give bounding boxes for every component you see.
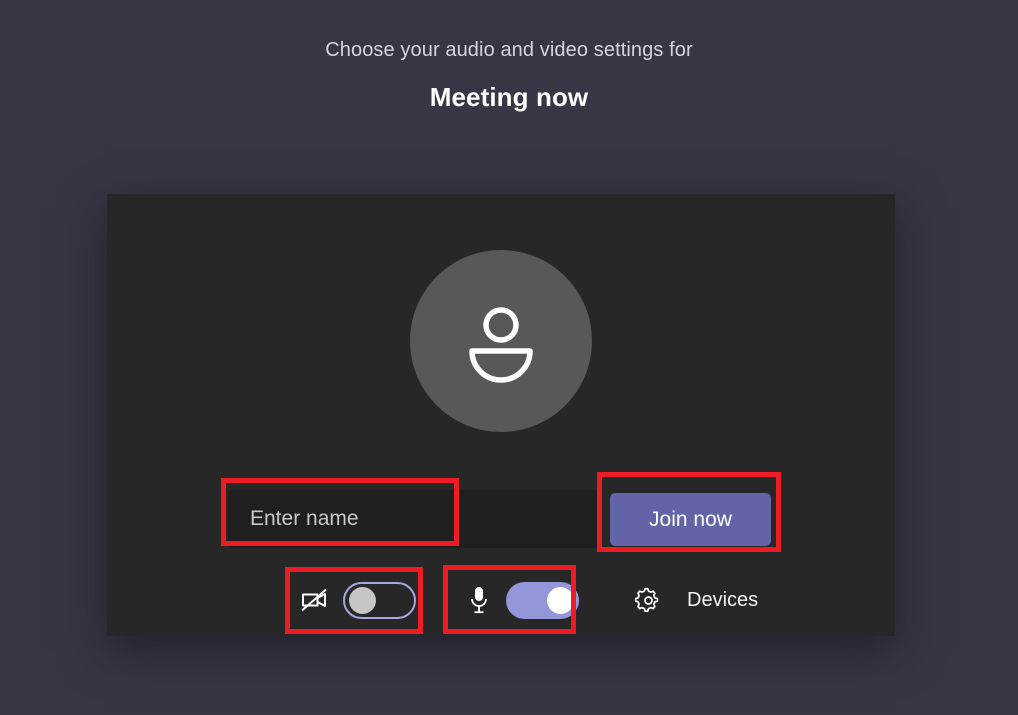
person-avatar-icon	[453, 293, 549, 389]
meeting-heading: Choose your audio and video settings for…	[0, 0, 1018, 113]
media-controls-row: Devices	[107, 564, 895, 636]
gear-icon	[631, 587, 665, 614]
video-preview-panel: Join now	[107, 194, 895, 636]
microphone-icon	[462, 585, 496, 615]
microphone-toggle-knob	[547, 586, 574, 614]
microphone-control-group	[462, 581, 579, 619]
devices-label: Devices	[687, 588, 759, 611]
camera-control-group	[299, 581, 416, 619]
join-action-row: Join now	[107, 482, 895, 560]
avatar	[410, 249, 592, 432]
join-now-button[interactable]: Join now	[610, 493, 771, 546]
camera-off-icon	[299, 587, 333, 613]
camera-toggle[interactable]	[343, 581, 416, 619]
camera-toggle-knob	[349, 586, 376, 614]
meeting-title: Meeting now	[429, 82, 589, 112]
settings-subtitle: Choose your audio and video settings for	[325, 39, 693, 61]
devices-button[interactable]: Devices	[631, 587, 758, 614]
avatar-container	[107, 194, 895, 479]
microphone-toggle[interactable]	[506, 581, 579, 619]
name-input[interactable]	[228, 490, 600, 548]
